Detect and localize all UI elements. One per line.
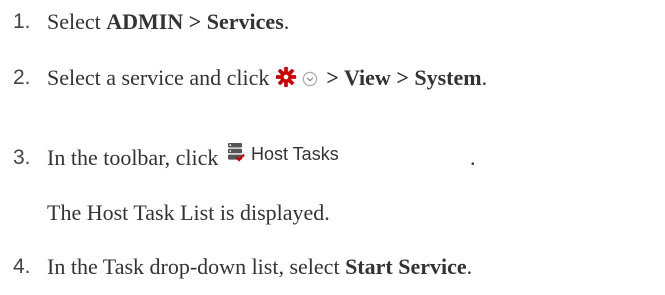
step-number: 2.	[13, 66, 31, 89]
step-text-end: .	[481, 65, 488, 90]
host-tasks-label: Host Tasks	[251, 143, 339, 164]
host-tasks-icon	[227, 142, 245, 167]
step-text-plain: Select a service and click	[47, 65, 270, 90]
step-result-text: The Host Task List is displayed.	[47, 200, 330, 225]
step-number: 4.	[13, 255, 31, 278]
step-text-end: .	[283, 9, 290, 34]
step-text-end: .	[466, 254, 473, 279]
step-text-end: .	[470, 145, 476, 170]
step-text: Select ADMIN > Services.	[47, 8, 289, 36]
step-text-plain: In the Task drop-down list, select	[47, 254, 346, 279]
step-text-plain: Select	[47, 9, 107, 34]
step-3-period: .	[470, 144, 476, 172]
chevron-down-circle-icon[interactable]	[302, 66, 318, 94]
step-text: In the Task drop-down list, select Start…	[47, 253, 472, 281]
step-number: 1.	[13, 10, 31, 33]
step-text: Select a service and click > View > Syste…	[47, 64, 487, 95]
gear-icon[interactable]	[275, 66, 297, 95]
host-tasks-button[interactable]: Host Tasks	[227, 141, 339, 167]
step-number: 3.	[13, 146, 31, 169]
step-text-bold: ADMIN > Services	[106, 9, 284, 34]
step-text: In the toolbar, click	[47, 145, 219, 170]
step-text-bold: Start Service	[345, 254, 467, 279]
step-text-bold: > View > System	[326, 65, 482, 90]
